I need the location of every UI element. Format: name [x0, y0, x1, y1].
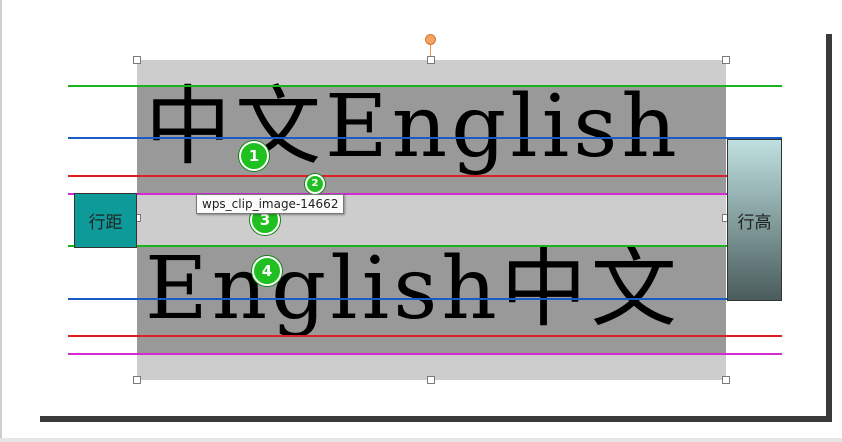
resize-handle-icon[interactable]: [722, 56, 730, 64]
marker-badge: 1: [239, 141, 269, 171]
marker-badge: 2: [305, 174, 325, 194]
line2-bottom-guide: [68, 353, 782, 355]
window-bottom-edge: [0, 438, 842, 442]
resize-handle-icon[interactable]: [133, 56, 141, 64]
line1-ascender-guide: [68, 137, 782, 139]
line-spacing-label: 行距: [74, 193, 137, 248]
line-height-label: 行高: [727, 139, 782, 301]
resize-handle-icon[interactable]: [722, 376, 730, 384]
window-left-edge: [0, 0, 2, 442]
line1-baseline-guide: [68, 175, 782, 177]
image-name-tooltip: wps_clip_image-14662: [196, 194, 345, 214]
resize-handle-icon[interactable]: [427, 56, 435, 64]
rotate-handle-icon[interactable]: [425, 34, 436, 45]
line1-text: 中文English: [145, 77, 681, 177]
line1-bottom-guide: [68, 193, 782, 195]
line2-top-guide: [68, 245, 782, 247]
resize-handle-icon[interactable]: [427, 376, 435, 384]
line1-top-guide: [68, 85, 782, 87]
line2-ascender-guide: [68, 298, 782, 300]
marker-badge: 4: [252, 256, 282, 286]
line2-text: English中文: [145, 239, 681, 339]
resize-handle-icon[interactable]: [133, 376, 141, 384]
line2-baseline-guide: [68, 335, 782, 337]
